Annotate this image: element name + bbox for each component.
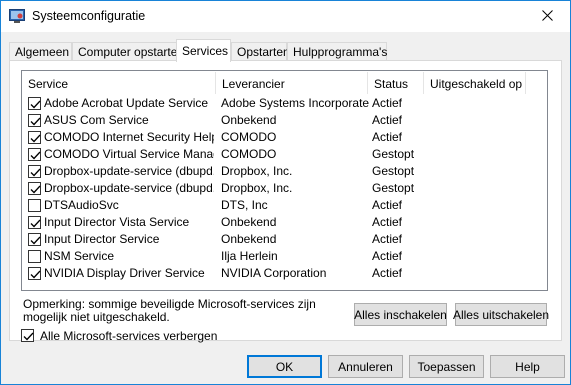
service-name: Dropbox-update-service (dbupd... [44,164,214,178]
checkmark-icon [30,219,41,228]
service-checkbox[interactable] [28,216,41,229]
service-checkbox[interactable] [28,233,41,246]
checkmark-icon [30,134,41,143]
service-name: COMODO Virtual Service Manager [44,147,214,161]
tab-startup[interactable]: Opstarten [231,42,290,61]
service-vendor: COMODO [221,147,277,161]
table-row[interactable]: COMODO Internet Security Help... COMODO Ac… [22,129,527,146]
service-name: Input Director Vista Service [44,215,190,229]
checkmark-icon [30,185,41,194]
column-header-service[interactable]: Service [22,72,216,94]
help-button[interactable]: Help [490,355,565,378]
tab-tools[interactable]: Hulpprogramma's [287,42,387,61]
service-status: Gestopt [372,164,415,178]
service-vendor: Onbekend [221,232,277,246]
table-row[interactable]: DTSAudioSvc DTS, Inc Actief [22,197,527,214]
column-header-status[interactable]: Status [368,72,424,94]
service-vendor: Dropbox, Inc. [221,164,293,178]
tab-services[interactable]: Services [176,39,231,62]
service-vendor: NVIDIA Corporation [221,266,327,280]
hide-microsoft-services-checkbox[interactable] [21,329,34,342]
service-status: Actief [372,266,403,280]
service-vendor: Onbekend [221,215,277,229]
service-status: Actief [372,96,403,110]
table-row[interactable]: NVIDIA Display Driver Service NVIDIA Corp… [22,265,527,282]
hide-microsoft-services-label: Alle Microsoft-services verbergen [40,329,218,343]
service-status: Actief [372,130,403,144]
column-header-disabled-on[interactable]: Uitgeschakeld op [424,72,526,94]
service-checkbox[interactable] [28,148,41,161]
table-row[interactable]: Input Director Vista Service Onbekend Acti… [22,214,527,231]
table-row[interactable]: COMODO Virtual Service Manager COMODO Gest… [22,146,527,163]
service-checkbox[interactable] [28,114,41,127]
table-row[interactable]: Adobe Acrobat Update Service Adobe System… [22,95,527,112]
service-vendor: Dropbox, Inc. [221,181,293,195]
service-status: Gestopt [372,181,415,195]
window-title: Systeemconfiguratie [32,9,146,23]
ok-button[interactable]: OK [247,355,322,378]
service-name: NSM Service [44,249,115,263]
service-vendor: Ilja Herlein [221,249,278,263]
service-name: Input Director Service [44,232,160,246]
table-row[interactable]: Dropbox-update-service (dbupd... Dropbox,… [22,163,527,180]
app-icon [9,9,25,23]
service-status: Actief [372,198,403,212]
checkmark-icon [30,117,41,126]
checkmark-icon [30,270,41,279]
column-header-vendor[interactable]: Leverancier [216,72,368,94]
close-icon [541,9,553,24]
table-row[interactable]: Input Director Service Onbekend Actief [22,231,527,248]
tab-boot[interactable]: Computer opstarten [72,42,184,61]
checkmark-icon [23,332,34,341]
checkmark-icon [30,151,41,160]
service-name: ASUS Com Service [44,113,149,127]
service-vendor: DTS, Inc [221,198,268,212]
service-checkbox[interactable] [28,267,41,280]
service-status: Gestopt [372,147,415,161]
service-checkbox[interactable] [28,97,41,110]
apply-button[interactable]: Toepassen [409,355,484,378]
service-status: Actief [372,249,403,263]
table-row[interactable]: Dropbox-update-service (dbupd... Dropbox,… [22,180,527,197]
note-text: Opmerking: sommige beveiligde Microsoft-… [23,297,316,324]
cancel-button[interactable]: Annuleren [328,355,403,378]
system-configuration-window: Systeemconfiguratie Algemeen Computer op… [0,0,571,385]
checkmark-icon [30,236,41,245]
service-vendor: Onbekend [221,113,277,127]
service-status: Actief [372,113,403,127]
service-status: Actief [372,215,403,229]
service-checkbox[interactable] [28,250,41,263]
service-checkbox[interactable] [28,131,41,144]
service-name: Dropbox-update-service (dbupd... [44,181,214,195]
service-checkbox[interactable] [28,199,41,212]
checkmark-icon [30,100,41,109]
checkmark-icon [30,168,41,177]
service-name: DTSAudioSvc [44,198,119,212]
table-row[interactable]: NSM Service Ilja Herlein Actief [22,248,527,265]
service-checkbox[interactable] [28,182,41,195]
service-name: Adobe Acrobat Update Service [44,96,209,110]
enable-all-button[interactable]: Alles inschakelen [354,303,447,326]
service-status: Actief [372,232,403,246]
service-checkbox[interactable] [28,165,41,178]
service-vendor: COMODO [221,130,277,144]
table-row[interactable]: ASUS Com Service Onbekend Actief [22,112,527,129]
tab-general[interactable]: Algemeen [9,42,72,61]
service-name: COMODO Internet Security Help... [44,130,214,144]
title-bar: Systeemconfiguratie [1,1,570,32]
close-button[interactable] [524,1,570,32]
disable-all-button[interactable]: Alles uitschakelen [453,303,549,326]
service-vendor: Adobe Systems Incorporated [221,96,369,110]
service-name: NVIDIA Display Driver Service [44,266,205,280]
